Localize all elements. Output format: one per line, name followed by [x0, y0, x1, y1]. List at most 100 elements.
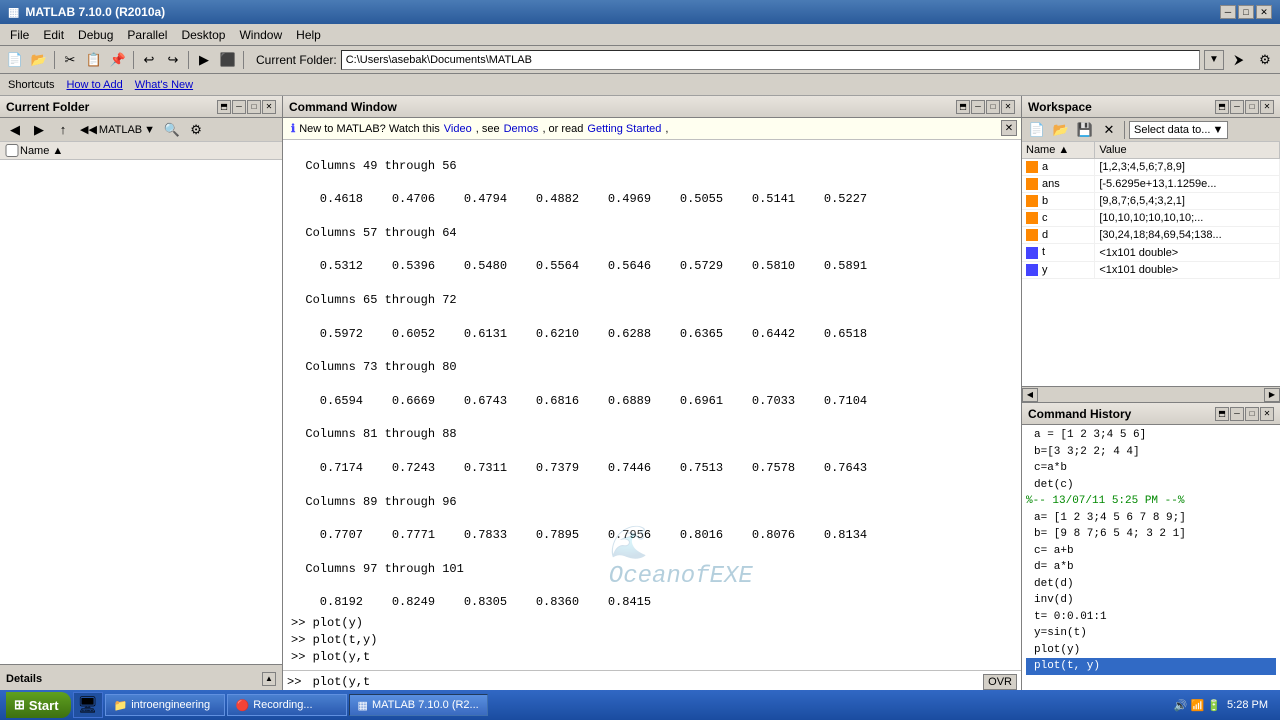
- cf-select-all-checkbox[interactable]: [4, 144, 20, 157]
- info-close-button[interactable]: ✕: [1001, 120, 1017, 136]
- cf-name-column[interactable]: Name ▲: [20, 145, 278, 157]
- table-row[interactable]: c[10,10,10;10,10,10;...: [1022, 210, 1280, 227]
- list-item[interactable]: plot(t, y): [1026, 658, 1276, 675]
- new-file-button[interactable]: 📄: [4, 49, 26, 71]
- close-button[interactable]: ✕: [1256, 5, 1272, 19]
- stop-button[interactable]: ⬛: [217, 49, 239, 71]
- cw-undock-button[interactable]: ⬒: [956, 100, 970, 114]
- run-button[interactable]: ▶: [193, 49, 215, 71]
- cw-close-button[interactable]: ✕: [1001, 100, 1015, 114]
- ws-scroll-left[interactable]: ◀: [1022, 388, 1038, 402]
- cf-minimize-button[interactable]: ─: [232, 100, 246, 114]
- taskbar: ⊞ Start 🖥 📁 introengineering 🔴 Recording…: [0, 690, 1280, 720]
- list-item[interactable]: inv(d): [1026, 592, 1276, 609]
- list-item[interactable]: b=[3 3;2 2; 4 4]: [1026, 444, 1276, 461]
- info-video-link[interactable]: Video: [444, 123, 472, 135]
- cf-back-button[interactable]: ◀: [4, 119, 26, 141]
- hist-minimize-button[interactable]: ─: [1230, 407, 1244, 421]
- ws-col-value[interactable]: Value: [1095, 142, 1280, 159]
- ws-close-button[interactable]: ✕: [1260, 100, 1274, 114]
- whats-new-link[interactable]: What's New: [135, 79, 193, 91]
- output-line: 0.7707 0.7771 0.7833 0.7895 0.7956 0.801…: [291, 527, 1013, 544]
- ws-delete-button[interactable]: ✕: [1098, 119, 1120, 141]
- table-row[interactable]: d[30,24,18;84,69,54;138...: [1022, 227, 1280, 244]
- list-item[interactable]: a = [1 2 3;4 5 6]: [1026, 427, 1276, 444]
- info-getting-started-link[interactable]: Getting Started: [587, 123, 661, 135]
- redo-button[interactable]: ↪: [162, 49, 184, 71]
- ws-open-button[interactable]: 📂: [1050, 119, 1072, 141]
- list-item[interactable]: a= [1 2 3;4 5 6 7 8 9;]: [1026, 510, 1276, 527]
- ws-select-data[interactable]: Select data to... ▼: [1129, 121, 1228, 139]
- maximize-button[interactable]: □: [1238, 5, 1254, 19]
- taskbar-item-1[interactable]: 🔴 Recording...: [227, 694, 347, 716]
- undo-button[interactable]: ↩: [138, 49, 160, 71]
- taskbar-show-desktop[interactable]: 🖥: [73, 692, 103, 718]
- list-item[interactable]: b= [9 8 7;6 5 4; 3 2 1]: [1026, 526, 1276, 543]
- cw-maximize-button[interactable]: □: [986, 100, 1000, 114]
- details-expand-button[interactable]: ▲: [262, 672, 276, 686]
- ws-new-var-button[interactable]: 📄: [1026, 119, 1048, 141]
- menu-debug[interactable]: Debug: [72, 26, 119, 44]
- start-button[interactable]: ⊞ Start: [6, 692, 71, 718]
- table-row[interactable]: a[1,2,3;4,5,6;7,8,9]: [1022, 159, 1280, 176]
- cf-path-dropdown[interactable]: ▼: [144, 124, 155, 136]
- ws-undock-button[interactable]: ⬒: [1215, 100, 1229, 114]
- cf-up-button[interactable]: ↑: [52, 119, 74, 141]
- taskbar-item-2[interactable]: ▦ MATLAB 7.10.0 (R2...: [349, 694, 488, 716]
- table-row[interactable]: y<1x101 double>: [1022, 261, 1280, 278]
- table-row[interactable]: t<1x101 double>: [1022, 244, 1280, 261]
- ws-minimize-button[interactable]: ─: [1230, 100, 1244, 114]
- hist-close-button[interactable]: ✕: [1260, 407, 1274, 421]
- list-item[interactable]: c= a+b: [1026, 543, 1276, 560]
- table-row[interactable]: b[9,8,7;6,5,4;3,2,1]: [1022, 193, 1280, 210]
- taskbar-item-0[interactable]: 📁 introengineering: [105, 694, 225, 716]
- list-item[interactable]: d= a*b: [1026, 559, 1276, 576]
- list-item[interactable]: y=sin(t): [1026, 625, 1276, 642]
- history-content[interactable]: a = [1 2 3;4 5 6]b=[3 3;2 2; 4 4]c=a*bde…: [1022, 425, 1280, 692]
- folder-settings-button[interactable]: ⚙: [1254, 49, 1276, 71]
- paste-button[interactable]: 📌: [107, 49, 129, 71]
- list-item[interactable]: det(c): [1026, 477, 1276, 494]
- menu-parallel[interactable]: Parallel: [121, 26, 173, 44]
- output-line: [291, 141, 1013, 158]
- list-item[interactable]: det(d): [1026, 576, 1276, 593]
- table-row[interactable]: ans[-5.6295e+13,1.1259e...: [1022, 176, 1280, 193]
- output-line: 0.5312 0.5396 0.5480 0.5564 0.5646 0.572…: [291, 258, 1013, 275]
- copy-button[interactable]: 📋: [83, 49, 105, 71]
- details-panel: Details ▲: [0, 664, 282, 692]
- cf-search-button[interactable]: 🔍: [161, 119, 183, 141]
- cut-button[interactable]: ✂: [59, 49, 81, 71]
- menu-file[interactable]: File: [4, 26, 35, 44]
- command-input[interactable]: [305, 675, 979, 689]
- folder-go-button[interactable]: ⮞: [1228, 49, 1250, 71]
- info-demos-link[interactable]: Demos: [504, 123, 539, 135]
- ws-col-name[interactable]: Name ▲: [1022, 142, 1095, 159]
- ws-scrollbar[interactable]: ◀ ▶: [1022, 386, 1280, 402]
- cf-undock-button[interactable]: ⬒: [217, 100, 231, 114]
- minimize-button[interactable]: ─: [1220, 5, 1236, 19]
- open-button[interactable]: 📂: [28, 49, 50, 71]
- menu-edit[interactable]: Edit: [37, 26, 70, 44]
- ws-save-button[interactable]: 💾: [1074, 119, 1096, 141]
- hist-undock-button[interactable]: ⬒: [1215, 407, 1229, 421]
- ws-maximize-button[interactable]: □: [1245, 100, 1259, 114]
- command-output[interactable]: 0.3894 0.3966 0.4078 0.4169 0.4259 0.435…: [283, 140, 1021, 670]
- how-to-add-link[interactable]: How to Add: [66, 79, 122, 91]
- menu-window[interactable]: Window: [233, 26, 288, 44]
- cf-maximize-button[interactable]: □: [247, 100, 261, 114]
- ws-scroll-right[interactable]: ▶: [1264, 388, 1280, 402]
- folder-browse-button[interactable]: ▼: [1204, 50, 1224, 70]
- cf-options-button[interactable]: ⚙: [185, 119, 207, 141]
- cw-minimize-button[interactable]: ─: [971, 100, 985, 114]
- info-text: New to MATLAB? Watch this: [299, 123, 440, 135]
- list-item[interactable]: plot(y): [1026, 642, 1276, 659]
- current-folder-input[interactable]: [341, 50, 1200, 70]
- menu-desktop[interactable]: Desktop: [175, 26, 231, 44]
- cf-forward-button[interactable]: ▶: [28, 119, 50, 141]
- cf-close-button[interactable]: ✕: [262, 100, 276, 114]
- list-item[interactable]: c=a*b: [1026, 460, 1276, 477]
- hist-maximize-button[interactable]: □: [1245, 407, 1259, 421]
- list-item[interactable]: t= 0:0.01:1: [1026, 609, 1276, 626]
- menu-help[interactable]: Help: [290, 26, 327, 44]
- cf-content: Name ▲: [0, 142, 282, 664]
